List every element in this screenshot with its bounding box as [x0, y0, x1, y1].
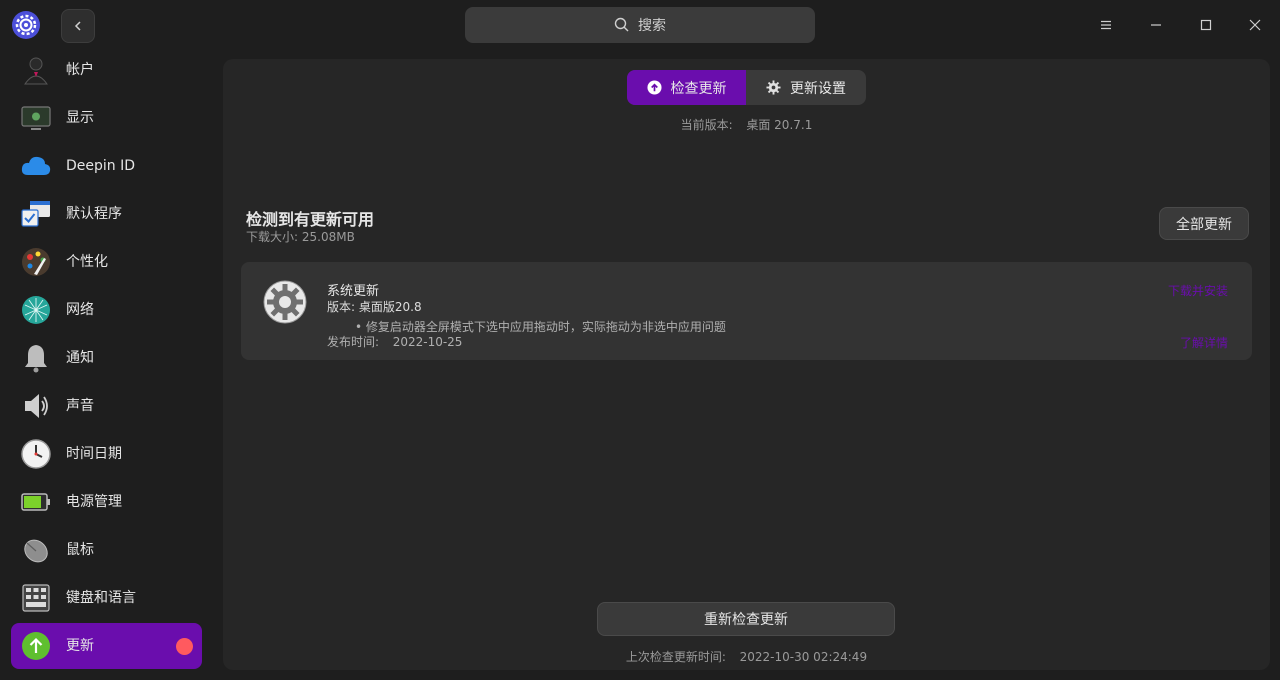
current-version-label: 当前版本: [680, 118, 733, 132]
sidebar-item-label: 通知 [66, 350, 94, 366]
system-update-card: 系统更新 版本: 桌面版20.8 • 修复启动器全屏模式下选中应用拖动时，实际拖… [241, 262, 1252, 360]
sidebar-item-label: 默认程序 [66, 206, 122, 222]
tab-check-update[interactable]: 检查更新 [627, 70, 746, 105]
update-badge [176, 638, 193, 655]
control-center-window: 搜索 帐户 显示 Deepin ID 默认程序 个性化 网络 通知 声音 时间日… [0, 0, 1280, 680]
update-card-version: 版本: 桌面版20.8 [327, 300, 422, 314]
system-gear-icon [263, 280, 307, 324]
battery-icon [21, 493, 50, 511]
sidebar-item-personalization[interactable]: 个性化 [11, 239, 202, 285]
title-bar: 搜索 [0, 0, 1280, 50]
search-placeholder: 搜索 [638, 18, 666, 34]
sidebar-item-keyboard[interactable]: 键盘和语言 [11, 575, 202, 621]
keyboard-icon [22, 584, 50, 612]
clock-icon [21, 439, 51, 469]
release-date-label: 发布时间: [327, 335, 380, 349]
update-icon [22, 632, 50, 660]
sidebar-item-label: 更新 [66, 638, 94, 654]
sidebar-item-label: 帐户 [66, 62, 94, 78]
update-tabs: 检查更新 更新设置 [627, 70, 866, 105]
update-available-title: 检测到有更新可用 [246, 210, 375, 229]
upload-circle-icon [646, 80, 662, 95]
sidebar-item-power[interactable]: 电源管理 [11, 479, 202, 525]
palette-icon [22, 248, 50, 276]
download-size: 下载大小: 25.08MB [246, 230, 355, 244]
sidebar-item-datetime[interactable]: 时间日期 [11, 431, 202, 477]
account-icon [24, 57, 48, 85]
download-install-link[interactable]: 下载并安装 [1168, 282, 1228, 299]
minimize-icon [1151, 24, 1161, 26]
sidebar-item-mouse[interactable]: 鼠标 [11, 527, 202, 573]
sidebar-item-notification[interactable]: 通知 [11, 335, 202, 381]
sidebar: 帐户 显示 Deepin ID 默认程序 个性化 网络 通知 声音 时间日期 电… [0, 50, 213, 680]
sidebar-item-label: 电源管理 [66, 494, 122, 510]
minimize-button[interactable] [1144, 13, 1168, 37]
sidebar-item-label: 个性化 [66, 254, 108, 270]
current-version-value: 桌面 20.7.1 [746, 118, 813, 132]
sidebar-item-update[interactable]: 更新 [11, 623, 202, 669]
menu-button[interactable] [1094, 13, 1118, 37]
update-all-button[interactable]: 全部更新 [1159, 207, 1249, 240]
bell-icon [25, 345, 47, 373]
sidebar-item-label: Deepin ID [66, 158, 136, 174]
tab-update-settings[interactable]: 更新设置 [746, 70, 866, 105]
network-icon [22, 296, 50, 324]
main-panel: 检查更新 更新设置 当前版本: 桌面 20.7.1 检测到有更新可用 下载大小:… [223, 59, 1270, 670]
sidebar-item-label: 声音 [66, 398, 94, 414]
update-card-title: 系统更新 [327, 284, 380, 299]
search-icon [614, 17, 629, 32]
back-button[interactable] [61, 9, 95, 43]
maximize-icon [1200, 19, 1212, 31]
sidebar-item-label: 显示 [66, 110, 94, 126]
recheck-update-button[interactable]: 重新检查更新 [597, 602, 895, 636]
last-check-time: 上次检查更新时间: 2022-10-30 02:24:49 [223, 648, 1270, 665]
close-button[interactable] [1243, 13, 1267, 37]
display-icon [21, 106, 51, 130]
sidebar-item-display[interactable]: 显示 [11, 95, 202, 141]
speaker-icon [25, 394, 48, 418]
sidebar-item-default-apps[interactable]: 默认程序 [11, 191, 202, 237]
last-check-value: 2022-10-30 02:24:49 [739, 650, 868, 664]
sidebar-item-label: 键盘和语言 [66, 590, 136, 606]
maximize-button[interactable] [1194, 13, 1218, 37]
sidebar-item-account[interactable]: 帐户 [11, 47, 202, 93]
default-apps-icon [21, 201, 50, 227]
cloud-icon [21, 156, 51, 175]
last-check-label: 上次检查更新时间: [625, 650, 726, 664]
sidebar-item-sound[interactable]: 声音 [11, 383, 202, 429]
menu-icon [1101, 20, 1111, 30]
tab-label: 更新设置 [790, 80, 846, 97]
search-input[interactable]: 搜索 [465, 7, 815, 43]
app-logo-icon [12, 11, 40, 39]
update-card-release-date: 发布时间: 2022-10-25 [327, 333, 462, 350]
close-icon [1249, 19, 1261, 31]
sidebar-item-network[interactable]: 网络 [11, 287, 202, 333]
sidebar-item-deepin-id[interactable]: Deepin ID [11, 143, 202, 189]
tab-label: 检查更新 [670, 80, 727, 97]
sidebar-item-label: 鼠标 [66, 542, 94, 558]
release-date-value: 2022-10-25 [392, 335, 463, 349]
gear-icon [766, 80, 781, 95]
sidebar-item-label: 时间日期 [66, 446, 122, 462]
sidebar-item-label: 网络 [66, 302, 94, 318]
mouse-icon [24, 539, 48, 563]
back-arrow-icon [74, 21, 81, 31]
details-link[interactable]: 了解详情 [1180, 334, 1228, 351]
current-version: 当前版本: 桌面 20.7.1 [223, 116, 1270, 133]
